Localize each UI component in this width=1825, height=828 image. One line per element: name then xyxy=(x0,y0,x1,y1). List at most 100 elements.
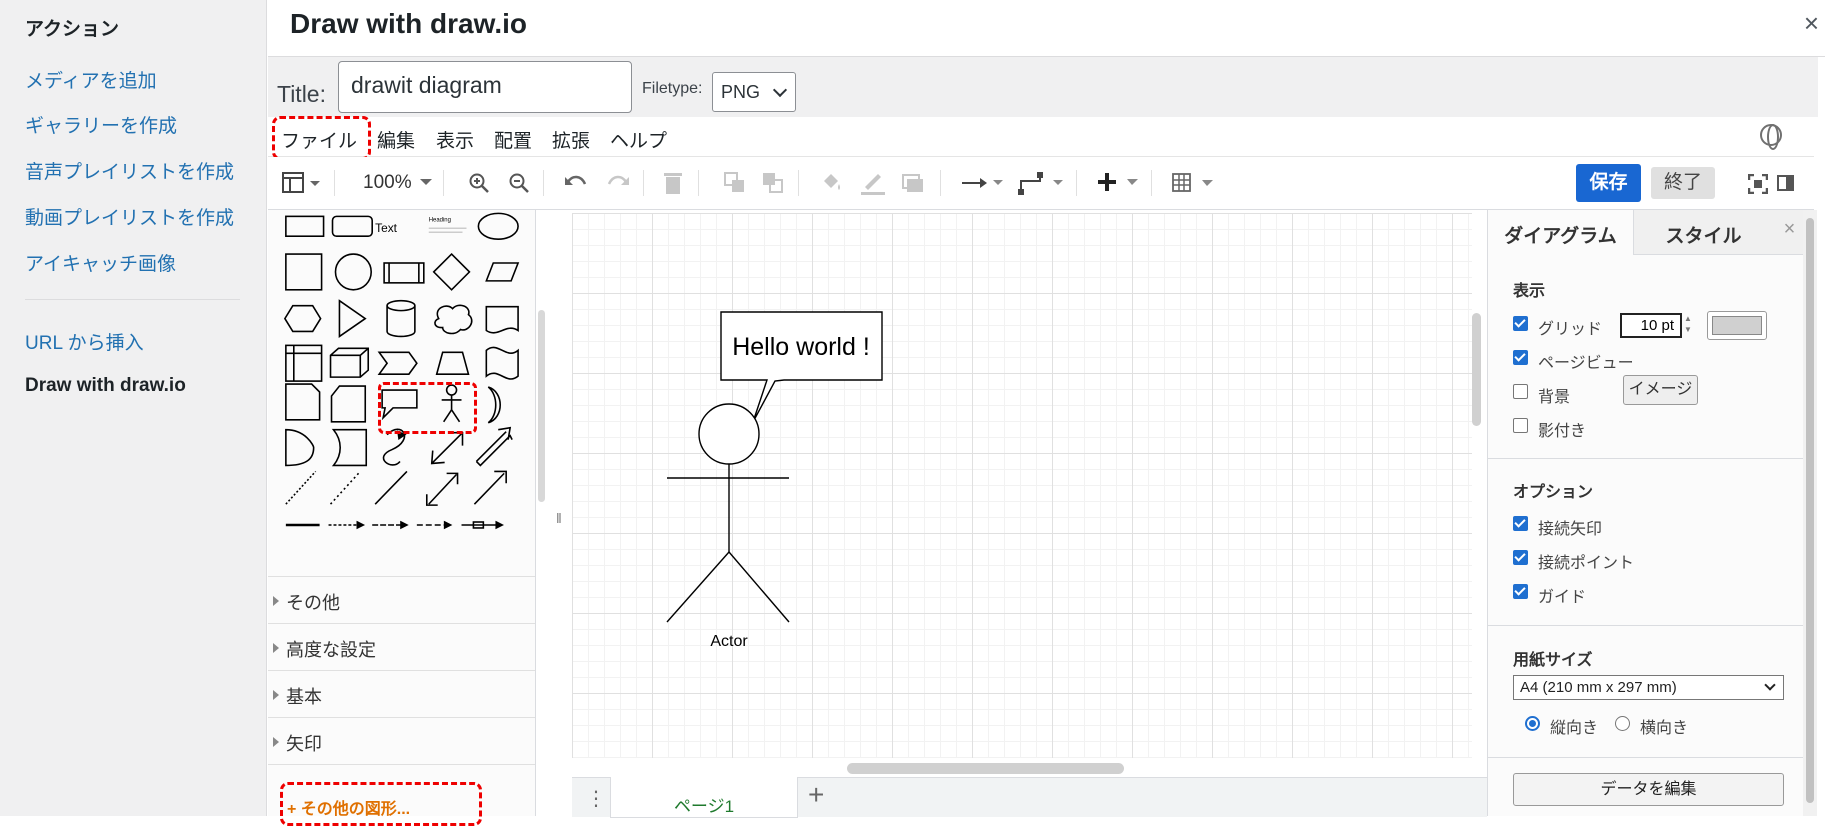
background-checkbox[interactable] xyxy=(1513,384,1528,399)
connection-arrows-checkbox[interactable] xyxy=(1513,516,1528,531)
table-icon[interactable] xyxy=(1171,171,1217,195)
undo-icon[interactable] xyxy=(564,173,588,191)
toolbar-divider xyxy=(798,170,799,196)
toolbar-divider xyxy=(1076,170,1077,196)
diagram-shapes[interactable]: Hello world ! Actor xyxy=(572,210,1472,770)
toolbar-divider xyxy=(698,170,699,196)
filetype-select[interactable]: PNG xyxy=(712,72,796,112)
zoom-in-icon[interactable] xyxy=(468,172,490,194)
actor-label[interactable]: Actor xyxy=(710,633,748,650)
modal-title: Draw with draw.io xyxy=(290,8,527,39)
section-divider xyxy=(1488,625,1806,626)
add-page-icon[interactable]: + xyxy=(808,779,824,811)
filetype-label: Filetype: xyxy=(642,80,703,97)
zoom-level[interactable]: 100% xyxy=(363,172,412,194)
page-menu-icon[interactable]: ⋮ xyxy=(586,786,606,811)
sidebar-link-insert-url[interactable]: URL から挿入 xyxy=(25,328,144,355)
sidebar-link-featured-image[interactable]: アイキャッチ画像 xyxy=(25,249,176,276)
tab-style[interactable]: スタイル xyxy=(1633,210,1773,255)
section-divider xyxy=(1488,757,1806,758)
portrait-radio[interactable] xyxy=(1525,716,1540,731)
shapes-scrollbar[interactable] xyxy=(538,310,545,502)
fullscreen-icon[interactable] xyxy=(1748,174,1768,194)
shadow-checkbox[interactable] xyxy=(1513,418,1528,433)
section-divider xyxy=(1488,458,1806,459)
tab-diagram[interactable]: ダイアグラム xyxy=(1488,210,1633,255)
connection-arrow-icon[interactable] xyxy=(960,174,1006,192)
sidebar-divider xyxy=(25,299,240,300)
resize-handle-icon[interactable]: ‖ xyxy=(556,510,562,526)
tab-page-1[interactable]: ページ1 xyxy=(610,777,798,818)
chevron-down-icon[interactable] xyxy=(419,177,433,187)
pageview-checkbox[interactable] xyxy=(1513,350,1528,365)
chevron-down-icon xyxy=(1764,679,1776,691)
guides-checkbox[interactable] xyxy=(1513,584,1528,599)
format-panel: ダイアグラム スタイル × 表示 グリッド 10 pt ▲ ▼ ページビュー 背景… xyxy=(1487,210,1806,816)
line-color-icon xyxy=(861,174,885,195)
category-arrows[interactable]: 矢印 xyxy=(268,717,535,764)
save-button[interactable]: 保存 xyxy=(1576,164,1641,202)
to-front-icon xyxy=(724,172,744,192)
category-advanced[interactable]: 高度な設定 xyxy=(268,623,535,670)
toolbar-divider xyxy=(1151,170,1152,196)
grid-size-spinner[interactable]: ▲ ▼ xyxy=(1684,313,1696,338)
heading-shape-label: Heading xyxy=(429,217,451,223)
grid-color-button[interactable] xyxy=(1707,311,1767,340)
format-panel-icon[interactable] xyxy=(1777,174,1795,192)
canvas-vscrollbar[interactable] xyxy=(1472,313,1481,426)
paper-size-select[interactable]: A4 (210 mm x 297 mm) xyxy=(1513,675,1784,700)
menu-help[interactable]: ヘルプ xyxy=(610,126,667,153)
delete-icon xyxy=(664,173,682,194)
image-button[interactable]: イメージ xyxy=(1623,375,1698,405)
shapes-panel: Text Heading その他 高度な設定 基本 矢印 + その他の図形... xyxy=(268,210,545,818)
toolbar: 100% 保存 終了 xyxy=(268,157,1814,210)
format-panel-scrollbar[interactable] xyxy=(1803,210,1817,816)
modal-header: Draw with draw.io × xyxy=(268,0,1825,57)
highlight-file-menu xyxy=(272,116,371,160)
highlight-more-shapes xyxy=(280,782,482,826)
connection-points-checkbox[interactable] xyxy=(1513,550,1528,565)
portrait-label: 縦向き xyxy=(1550,720,1599,737)
waypoint-icon[interactable] xyxy=(1018,171,1068,195)
category-label: 矢印 xyxy=(286,734,322,754)
edit-data-button[interactable]: データを編集 xyxy=(1513,773,1784,806)
zoom-out-icon[interactable] xyxy=(508,172,530,194)
close-icon[interactable]: × xyxy=(1804,8,1819,39)
menu-extras[interactable]: 拡張 xyxy=(552,126,590,153)
panel-layout-icon[interactable] xyxy=(282,171,326,195)
title-input[interactable]: drawit diagram xyxy=(338,61,632,113)
category-basic[interactable]: 基本 xyxy=(268,670,535,717)
globe-icon[interactable] xyxy=(1760,124,1782,150)
callout-text[interactable]: Hello world ! xyxy=(732,333,870,361)
canvas-area[interactable]: Hello world ! Actor xyxy=(572,210,1487,778)
view-heading: 表示 xyxy=(1513,283,1546,300)
category-misc[interactable]: その他 xyxy=(268,576,535,623)
landscape-radio[interactable] xyxy=(1615,716,1630,731)
insert-plus-icon[interactable] xyxy=(1096,170,1144,196)
options-heading: オプション xyxy=(1513,484,1594,501)
sidebar-link-add-media[interactable]: メディアを追加 xyxy=(25,66,157,93)
sidebar-link-audio-playlist[interactable]: 音声プレイリストを作成 xyxy=(25,157,234,184)
toolbar-divider xyxy=(543,170,544,196)
toolbar-divider xyxy=(443,170,444,196)
canvas-hscrollbar[interactable] xyxy=(847,763,1124,774)
sidebar-link-create-gallery[interactable]: ギャラリーを作成 xyxy=(25,111,177,138)
close-icon[interactable]: × xyxy=(1773,210,1806,255)
connection-points-label: 接続ポイント xyxy=(1538,555,1635,572)
expand-arrow-icon xyxy=(273,643,279,653)
exit-button[interactable]: 終了 xyxy=(1651,167,1715,199)
format-panel-scroll-thumb[interactable] xyxy=(1806,218,1814,803)
category-label: 高度な設定 xyxy=(286,640,376,660)
redo-icon xyxy=(607,175,629,185)
category-label: 基本 xyxy=(286,687,322,707)
grid-size-input[interactable]: 10 pt xyxy=(1620,313,1682,338)
sidebar-heading: アクション xyxy=(25,19,120,40)
sidebar-link-video-playlist[interactable]: 動画プレイリストを作成 xyxy=(25,203,234,230)
grid-checkbox[interactable] xyxy=(1513,316,1528,331)
menu-arrange[interactable]: 配置 xyxy=(494,126,532,153)
menu-view[interactable]: 表示 xyxy=(436,126,474,153)
sidebar-link-drawio[interactable]: Draw with draw.io xyxy=(25,375,186,397)
menu-edit[interactable]: 編集 xyxy=(377,126,415,153)
background-label: 背景 xyxy=(1538,389,1571,406)
toolbar-divider xyxy=(940,170,941,196)
